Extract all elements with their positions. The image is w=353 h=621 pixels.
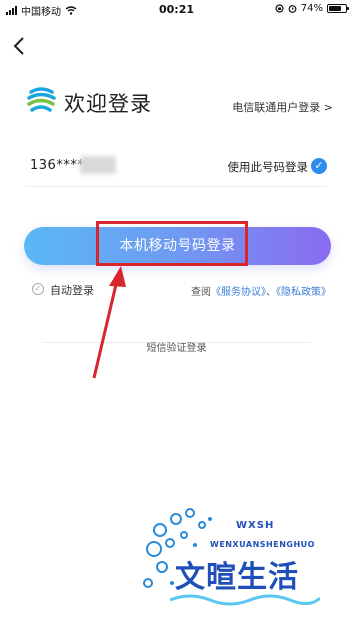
watermark-sub: WENXUANSHENGHUO (210, 540, 315, 549)
divider (26, 186, 327, 187)
auto-login-checkbox[interactable]: ✓ (32, 283, 44, 295)
chevron-left-icon (13, 37, 24, 55)
checkmark-icon[interactable]: ✓ (311, 158, 327, 174)
watermark-title: 文暄生活 (175, 560, 299, 595)
privacy-policy-link[interactable]: 《隐私政策》 (276, 287, 331, 298)
agreement-separator: 、 (266, 287, 276, 298)
phone-number: 136**** (30, 158, 85, 173)
watermark-abbr: WXSH (236, 520, 275, 531)
lock-rotation-icon (275, 4, 284, 13)
china-mobile-logo (26, 84, 56, 114)
telecom-login-link[interactable]: 电信联通用户登录 > (232, 99, 333, 115)
sms-login-row: 短信验证登录 (0, 336, 353, 355)
status-right: 74% (275, 3, 349, 14)
back-button[interactable] (12, 36, 26, 62)
status-bar: 中国移动 00:21 74% (0, 0, 353, 20)
page-title: 欢迎登录 (64, 92, 152, 116)
agreement-prefix: 查阅 (191, 287, 211, 298)
highlight-box (96, 221, 248, 266)
watermark-wave (170, 594, 320, 606)
battery-fill (329, 6, 341, 11)
phone-number-redacted (80, 156, 116, 174)
use-number-label[interactable]: 使用此号码登录 (228, 159, 309, 175)
alarm-icon (288, 5, 297, 13)
battery-percent: 74% (300, 3, 323, 14)
agreement-text: 查阅《服务协议》、《隐私政策》 (191, 283, 331, 298)
sms-login-link[interactable]: 短信验证登录 (140, 343, 213, 354)
auto-login-label[interactable]: 自动登录 (50, 282, 94, 298)
battery-icon (327, 4, 349, 13)
service-agreement-link[interactable]: 《服务协议》 (211, 287, 266, 298)
